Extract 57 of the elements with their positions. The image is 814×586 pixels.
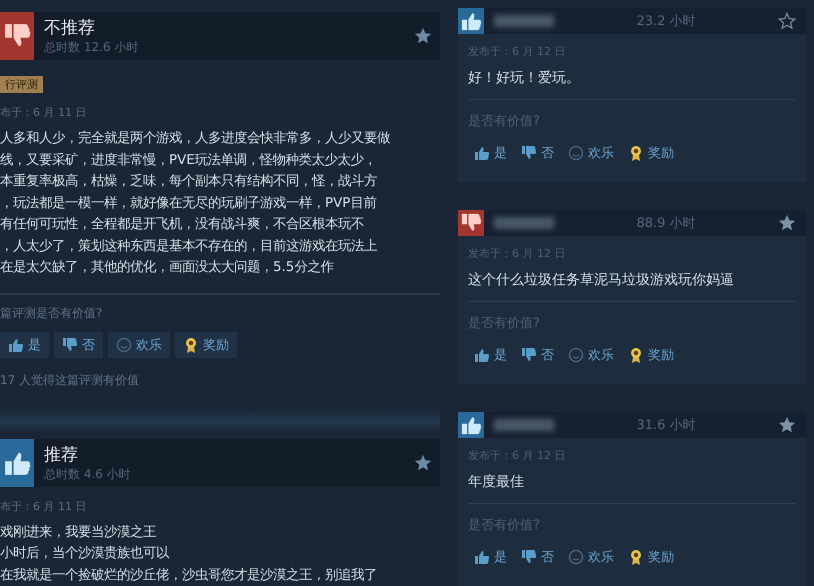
star-icon[interactable] bbox=[414, 454, 432, 472]
no-button[interactable]: 否 bbox=[515, 342, 560, 368]
review-text: 人多和人少，完全就是两个游戏，人多进度会快非常多，人少又要做 线，又要采矿，进度非常慢，PVE玩法单调，怪物种类太少太少， 本重复率极高，枯燥，乏味，每个副本只有结构不同，怪，战斗方 ，玩法都是一模一样，就好像在无尽的玩刷子游戏一样，PVP目前 有任何可玩性，全程都是开飞机，没有战斗爽，不合区根本玩不 ，人太少了，策划这种东西是基本不存在的，目前这游戏在玩法上 在是太欠缺了，其他的优化，画面没太大问题，5.5分之作 bbox=[0, 130, 390, 277]
funny-button[interactable]: 欢乐 bbox=[562, 342, 620, 368]
award-button[interactable]: 奖励 bbox=[622, 544, 680, 570]
no-button[interactable]: 否 bbox=[515, 140, 560, 166]
playtime: 31.6 小时 bbox=[635, 417, 697, 434]
playtime: 总时数 12.6 小时 bbox=[44, 39, 140, 56]
review-text: 这个什么垃圾任务草泥马垃圾游戏玩你妈逼 bbox=[468, 271, 734, 289]
award-button[interactable]: 奖励 bbox=[622, 342, 680, 368]
award-ribbon-icon bbox=[628, 145, 644, 161]
yes-button[interactable]: 是 bbox=[468, 342, 513, 368]
star-icon[interactable] bbox=[778, 12, 796, 30]
thumbs-down-icon bbox=[521, 145, 537, 161]
thumbs-up-icon bbox=[8, 336, 24, 352]
blurred-username bbox=[494, 15, 554, 27]
star-icon[interactable] bbox=[778, 416, 796, 434]
smiley-icon bbox=[116, 336, 132, 352]
star-icon[interactable] bbox=[414, 27, 432, 45]
award-ribbon-icon bbox=[183, 336, 199, 352]
no-button[interactable]: 否 bbox=[54, 332, 103, 358]
review-verdict: 推荐 bbox=[44, 444, 79, 466]
funny-button[interactable]: 欢乐 bbox=[562, 544, 620, 570]
playtime: 23.2 小时 bbox=[635, 13, 697, 30]
no-button[interactable]: 否 bbox=[515, 544, 560, 570]
helpful-count: 17 人觉得这篇评测有价值 bbox=[0, 372, 140, 388]
thumbs-down-icon bbox=[521, 347, 537, 363]
thumbs-down-icon bbox=[521, 549, 537, 565]
award-ribbon-icon bbox=[628, 347, 644, 363]
award-ribbon-icon bbox=[628, 549, 644, 565]
smiley-icon bbox=[568, 347, 584, 363]
playtime: 总时数 4.6 小时 bbox=[44, 466, 132, 482]
yes-button[interactable]: 是 bbox=[468, 140, 513, 166]
star-icon[interactable] bbox=[778, 214, 796, 232]
review-text: 年度最佳 bbox=[468, 473, 524, 491]
posted-date: 布于：6 月 11 日 bbox=[0, 105, 86, 120]
review-verdict: 不推荐 bbox=[44, 17, 96, 39]
thumbs-up-icon bbox=[474, 145, 490, 161]
funny-button[interactable]: 欢乐 bbox=[562, 140, 620, 166]
blurred-username bbox=[494, 217, 554, 229]
early-access-badge: 行评测 bbox=[0, 76, 43, 93]
smiley-icon bbox=[568, 549, 584, 565]
playtime: 88.9 小时 bbox=[635, 215, 697, 232]
helpful-question: 篇评测是否有价值? bbox=[0, 304, 102, 322]
smiley-icon bbox=[568, 145, 584, 161]
thumbs-up-icon bbox=[474, 347, 490, 363]
blurred-username bbox=[494, 419, 554, 431]
thumbs-down-icon bbox=[62, 336, 78, 352]
review-text: 好！好玩！爱玩。 bbox=[468, 69, 580, 87]
thumbs-up-icon bbox=[474, 549, 490, 565]
review-text: 戏刚进来，我要当沙漠之王 小时后，当个沙漠贵族也可以 在我就是一个捡破烂的沙丘佬，沙虫哥您才是沙漠之王，别追我了 bbox=[0, 524, 377, 584]
yes-button[interactable]: 是 bbox=[468, 544, 513, 570]
award-button[interactable]: 奖励 bbox=[622, 140, 680, 166]
yes-button[interactable]: 是 bbox=[0, 332, 49, 358]
posted-date: 布于：6 月 11 日 bbox=[0, 498, 86, 514]
funny-button[interactable]: 欢乐 bbox=[108, 332, 170, 358]
award-button[interactable]: 奖励 bbox=[175, 332, 237, 358]
